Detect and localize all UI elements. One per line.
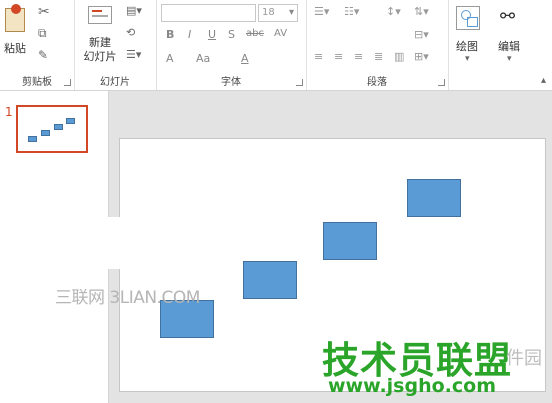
font-size-field[interactable]: 18 ▾ <box>258 4 298 22</box>
italic-button[interactable]: I <box>188 28 191 41</box>
smartart-icon[interactable]: ⊞▾ <box>414 50 429 63</box>
shadow-button[interactable]: S <box>228 28 235 41</box>
font-name-field[interactable] <box>161 4 256 22</box>
paragraph-launcher-icon[interactable] <box>438 79 445 86</box>
new-slide-icon <box>88 6 112 24</box>
section-icon[interactable]: ☰▾ <box>126 48 141 61</box>
align-text-icon[interactable]: ⊟▾ <box>414 28 429 41</box>
ribbon: 粘贴 ✂ ⧉ ✎ 剪贴板 新建 幻灯片 ▤▾ ⟲ ☰▾ 幻灯片 18 ▾ B I… <box>0 0 552 91</box>
paste-button[interactable]: 粘贴 <box>2 4 32 56</box>
thumb-shape-3 <box>54 124 63 130</box>
paste-plus-icon <box>11 4 21 14</box>
shape-rectangle-4[interactable] <box>407 179 461 217</box>
watermark-left: 三联网 3LIAN.COM <box>55 288 200 308</box>
slide-number: 1 <box>5 105 13 119</box>
reset-icon[interactable]: ⟲ <box>126 26 135 39</box>
collapse-ribbon-icon[interactable]: ▴ <box>541 75 546 86</box>
slides-group: 新建 幻灯片 ▤▾ ⟲ ☰▾ 幻灯片 <box>74 0 157 90</box>
drawing-dropdown-icon: ▾ <box>465 54 470 64</box>
thumb-shape-2 <box>41 130 50 136</box>
justify-icon[interactable]: ≣ <box>374 50 383 63</box>
font-size-dropdown-icon[interactable]: ▾ <box>289 5 294 21</box>
binoculars-icon: ⚯ <box>500 6 516 27</box>
paragraph-group: ☰▾ ☷▾ ↕▾ ⇅▾ ⊟▾ ⊞▾ ≡ ≡ ≡ ≣ ▥ 段落 <box>306 0 449 90</box>
drawing-button[interactable]: 绘图 ▾ <box>452 4 484 64</box>
font-launcher-icon[interactable] <box>296 79 303 86</box>
font-color-button[interactable]: A <box>241 52 249 65</box>
numbering-icon[interactable]: ☷▾ <box>344 5 359 18</box>
shapes-icon <box>456 6 480 30</box>
cut-icon[interactable]: ✂ <box>38 4 50 20</box>
editing-group: ⚯ 编辑 ▾ <box>488 0 536 90</box>
change-case-button[interactable]: Aa <box>196 52 210 65</box>
text-direction-icon[interactable]: ⇅▾ <box>414 5 429 18</box>
new-slide-button[interactable]: 新建 幻灯片 <box>78 4 122 66</box>
strikethrough-button[interactable]: abc <box>246 28 264 39</box>
drawing-label: 绘图 <box>456 40 478 53</box>
watermark-partial: 件园 <box>506 348 542 369</box>
columns-icon[interactable]: ▥ <box>394 50 404 63</box>
thumb-shape-1 <box>28 136 37 142</box>
font-group-label: 字体 <box>221 77 241 88</box>
bold-button[interactable]: B <box>166 28 174 41</box>
char-spacing-button[interactable]: AV <box>274 28 287 39</box>
watermark-url: www.jsgho.com <box>328 375 496 397</box>
shape-rectangle-2[interactable] <box>243 261 297 299</box>
editing-dropdown-icon: ▾ <box>507 54 512 64</box>
editing-button[interactable]: ⚯ 编辑 ▾ <box>492 4 528 64</box>
slides-group-label: 幻灯片 <box>100 77 130 88</box>
watermark-white-box <box>76 217 212 269</box>
layout-icon[interactable]: ▤▾ <box>126 4 142 17</box>
copy-icon[interactable]: ⧉ <box>38 26 47 41</box>
clipboard-launcher-icon[interactable] <box>64 79 71 86</box>
align-center-icon[interactable]: ≡ <box>334 50 343 63</box>
editing-label: 编辑 <box>498 40 520 53</box>
align-left-icon[interactable]: ≡ <box>314 50 323 63</box>
slide-thumbnail[interactable] <box>16 105 88 153</box>
paste-label: 粘贴 <box>4 42 26 55</box>
new-slide-label: 新建 幻灯片 <box>83 36 117 63</box>
font-size-value: 18 <box>262 7 275 18</box>
drawing-group: 绘图 ▾ <box>448 0 488 90</box>
line-spacing-icon[interactable]: ↕▾ <box>386 5 401 18</box>
clipboard-group-label: 剪贴板 <box>22 77 52 88</box>
underline-button[interactable]: U <box>208 28 216 41</box>
grow-font-button[interactable]: A <box>166 52 174 65</box>
shape-rectangle-3[interactable] <box>323 222 377 260</box>
format-painter-icon[interactable]: ✎ <box>38 48 48 62</box>
paragraph-group-label: 段落 <box>367 77 387 88</box>
bullets-icon[interactable]: ☰▾ <box>314 5 329 18</box>
font-group: 18 ▾ B I U S abc AV A Aa A 字体 <box>156 0 307 90</box>
clipboard-group: 粘贴 ✂ ⧉ ✎ 剪贴板 <box>0 0 75 90</box>
thumb-shape-4 <box>66 118 75 124</box>
align-right-icon[interactable]: ≡ <box>354 50 363 63</box>
